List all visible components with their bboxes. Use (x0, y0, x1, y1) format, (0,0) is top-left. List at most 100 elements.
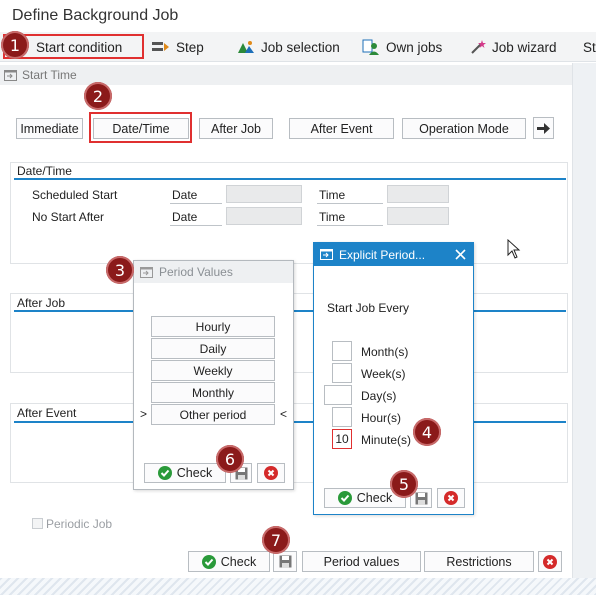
step-label: Step (176, 39, 204, 55)
after-event-button[interactable]: After Event (289, 118, 394, 139)
cancel-icon (543, 554, 557, 569)
period-cancel-button[interactable] (257, 463, 285, 483)
step-marker-3: 3 (106, 256, 134, 284)
other-period-button[interactable]: Other period (151, 404, 275, 425)
scheduled-date-label: Date (172, 188, 198, 202)
selection-marker-right: < (280, 407, 288, 421)
after-event-label: After Event (310, 121, 373, 136)
weeks-label: Week(s) (361, 367, 406, 381)
period-check-label: Check (176, 466, 213, 480)
scheduled-date-field[interactable] (226, 185, 302, 203)
job-selection-button[interactable]: Job selection (237, 35, 340, 59)
date-label-underline (170, 203, 222, 204)
immediate-button[interactable]: Immediate (16, 118, 83, 139)
check-circle-icon (201, 554, 216, 569)
period-values-label: Period values (323, 554, 400, 569)
weekly-button[interactable]: Weekly (151, 360, 275, 381)
weeks-input[interactable] (332, 363, 352, 383)
no-start-time-label: Time (319, 210, 346, 224)
check-circle-icon (157, 466, 172, 480)
no-start-date-label: Date (172, 210, 198, 224)
job-selection-icon (238, 41, 254, 53)
period-check-button[interactable]: Check (144, 463, 226, 483)
months-label: Month(s) (361, 345, 409, 359)
operation-mode-button[interactable]: Operation Mode (402, 118, 526, 139)
scheduled-time-label: Time (319, 188, 346, 202)
window-title: Define Background Job (12, 7, 179, 24)
daily-button[interactable]: Daily (151, 338, 275, 359)
more-conditions-button[interactable] (533, 117, 554, 139)
days-label: Day(s) (361, 389, 397, 403)
hourly-button[interactable]: Hourly (151, 316, 275, 337)
check-button[interactable]: Check (188, 551, 270, 572)
cancel-icon (264, 466, 278, 480)
hours-input[interactable] (332, 407, 352, 427)
no-start-after-label: No Start After (32, 210, 105, 224)
date-label-underline-2 (170, 225, 222, 226)
hours-label: Hour(s) (361, 411, 402, 425)
own-jobs-button[interactable]: Own jobs (362, 35, 442, 59)
step-marker-7: 7 (262, 526, 290, 554)
restrictions-button[interactable]: Restrictions (424, 551, 534, 572)
period-values-button[interactable]: Period values (302, 551, 421, 572)
after-event-frame-title: After Event (17, 406, 77, 420)
arrow-right-icon (537, 122, 550, 134)
date-time-frame-title: Date/Time (17, 164, 72, 178)
restrictions-label: Restrictions (446, 554, 512, 569)
start-time-title: Start Time (22, 68, 77, 82)
own-jobs-label: Own jobs (386, 39, 443, 55)
scheduled-start-label: Scheduled Start (32, 188, 118, 202)
days-input[interactable] (324, 385, 352, 405)
start-time-group-header: Start Time (0, 65, 572, 85)
time-label-underline-2 (317, 225, 383, 226)
step-marker-5: 5 (390, 470, 418, 498)
time-label-underline (317, 203, 383, 204)
mouse-cursor-icon (507, 239, 521, 259)
minutes-input[interactable]: 10 (332, 429, 352, 449)
toolbar-overflow-item[interactable]: St (583, 35, 596, 59)
group-collapse-icon (4, 69, 17, 81)
after-job-label: After Job (210, 121, 262, 136)
job-wizard-button[interactable]: Job wizard (470, 35, 557, 59)
explicit-period-title: Explicit Period... (339, 247, 426, 262)
periodic-job-checkbox[interactable] (32, 518, 43, 529)
cancel-button[interactable] (538, 551, 562, 572)
explicit-cancel-button[interactable] (437, 488, 465, 508)
scheduled-time-field[interactable] (387, 185, 449, 203)
save-button[interactable] (273, 551, 297, 572)
step-marker-1: 1 (1, 31, 29, 59)
save-icon (415, 492, 427, 505)
no-start-date-field[interactable] (226, 207, 302, 225)
close-icon[interactable] (455, 249, 466, 260)
months-input[interactable] (332, 341, 352, 361)
no-start-time-field[interactable] (387, 207, 449, 225)
date-time-highlight (89, 112, 192, 143)
own-jobs-icon (362, 39, 379, 55)
step-icon (152, 42, 169, 51)
toolbar-overflow-label: St (583, 39, 596, 55)
job-wizard-label: Job wizard (492, 39, 557, 55)
period-values-title: Period Values (159, 265, 233, 279)
bottom-pattern (0, 578, 596, 595)
after-job-button[interactable]: After Job (199, 118, 273, 139)
vertical-scrollbar[interactable] (572, 63, 596, 578)
dialog-icon (140, 266, 153, 278)
period-values-dialog: Period Values Hourly Daily Weekly Monthl… (133, 260, 294, 490)
hourly-label: Hourly (195, 319, 231, 334)
minutes-label: Minute(s) (361, 433, 412, 447)
periodic-job-label: Periodic Job (46, 517, 113, 531)
selection-marker-left: > (140, 407, 148, 421)
start-job-every-label: Start Job Every (327, 301, 410, 315)
dialog-icon (320, 249, 333, 260)
step-marker-2: 2 (84, 82, 112, 110)
operation-mode-label: Operation Mode (419, 121, 509, 136)
monthly-label: Monthly (191, 385, 235, 400)
monthly-button[interactable]: Monthly (151, 382, 275, 403)
step-button[interactable]: Step (152, 35, 204, 59)
immediate-label: Immediate (20, 121, 79, 136)
date-time-frame-line (14, 178, 566, 180)
other-period-label: Other period (179, 407, 247, 422)
weekly-label: Weekly (193, 363, 233, 378)
minutes-value: 10 (335, 432, 349, 446)
title-bar: Define Background Job (0, 0, 596, 32)
